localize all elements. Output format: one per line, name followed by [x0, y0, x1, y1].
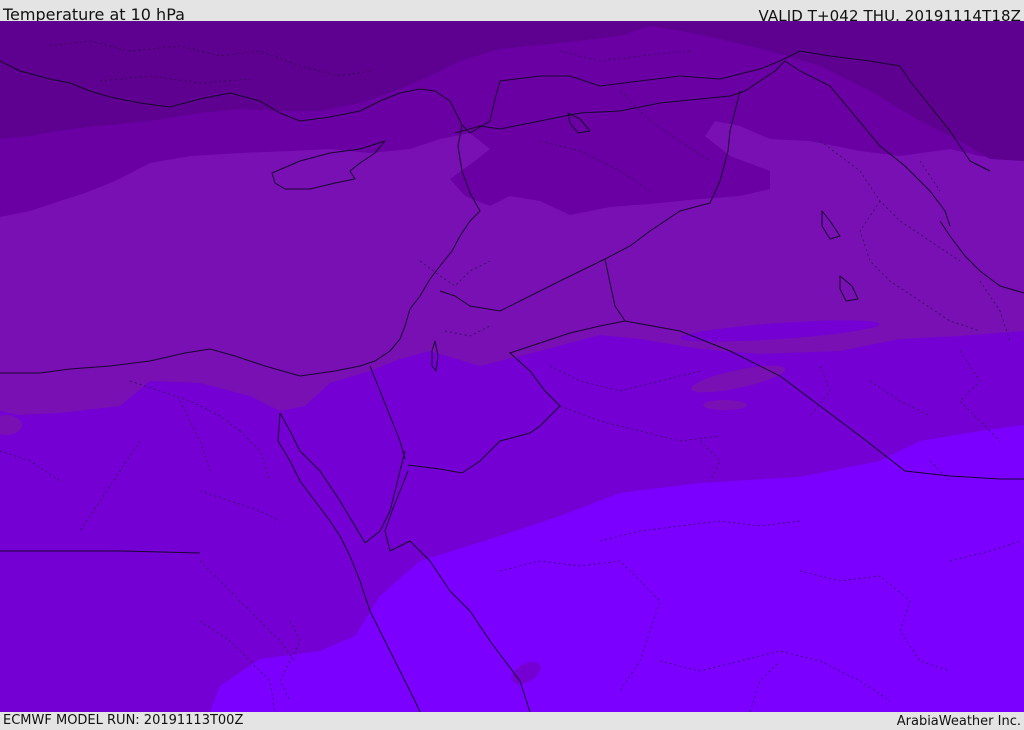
header-bar: Temperature at 10 hPa VALID T+042 THU. 2…: [0, 0, 1024, 25]
temperature-map: [0, 21, 1024, 712]
map-canvas: [0, 21, 1024, 712]
credit-label: ArabiaWeather Inc.: [896, 714, 1021, 729]
model-run-label: ECMWF MODEL RUN: 20191113T00Z: [3, 713, 244, 728]
footer-bar: ECMWF MODEL RUN: 20191113T00Z ArabiaWeat…: [0, 712, 1024, 729]
temperature-blob: [703, 400, 747, 410]
